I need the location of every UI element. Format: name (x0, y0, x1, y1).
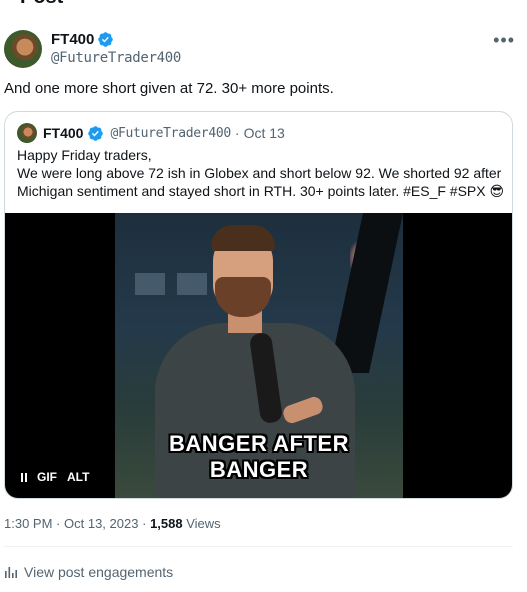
author-display-name[interactable]: FT400 (51, 31, 94, 48)
quoted-text-line: Michigan sentiment and stayed short in R… (17, 183, 505, 199)
post-metadata: 1:30 PM · Oct 13, 2023 · 1,588 Views (4, 516, 221, 531)
quoted-text-line: We were long above 72 ish in Globex and … (17, 165, 502, 181)
background-window (135, 273, 165, 295)
view-engagements-link[interactable]: View post engagements (4, 564, 173, 580)
quoted-avatar (17, 123, 37, 143)
quoted-post-card[interactable]: FT400 @FutureTrader400 · Oct 13 Happy Fr… (4, 111, 513, 499)
divider (4, 546, 513, 547)
gif-caption-line-2: BANGER (209, 457, 309, 482)
quoted-post-text: Happy Friday traders, We were long above… (17, 146, 507, 200)
quoted-author-handle: @FutureTrader400 (110, 125, 231, 141)
gif-media[interactable]: BANGER AFTER BANGER GIF ALT (5, 213, 512, 498)
person-hair (211, 225, 275, 251)
alt-badge[interactable]: ALT (67, 470, 89, 484)
verified-badge-icon (88, 125, 104, 141)
more-options-icon[interactable]: ••• (493, 30, 515, 51)
post-date[interactable]: Oct 13, 2023 (64, 516, 138, 531)
gif-frame: BANGER AFTER BANGER (115, 213, 403, 498)
post-time[interactable]: 1:30 PM (4, 516, 52, 531)
view-engagements-label[interactable]: View post engagements (24, 564, 173, 580)
views-count: 1,588 (150, 516, 183, 531)
analytics-icon (5, 567, 17, 578)
quoted-post-header: FT400 @FutureTrader400 · Oct 13 (17, 123, 285, 143)
background-window (177, 273, 207, 295)
quoted-separator: · (234, 125, 240, 141)
gif-badge: GIF (37, 470, 57, 484)
post-text: And one more short given at 72. 30+ more… (4, 80, 334, 97)
meta-separator: · (56, 516, 61, 531)
pause-icon[interactable] (21, 472, 27, 482)
gif-caption-line-1: BANGER AFTER (169, 431, 349, 456)
author-handle[interactable]: @FutureTrader400 (51, 50, 181, 66)
page-title: Post (20, 0, 63, 9)
gif-controls: GIF ALT (21, 470, 89, 484)
quoted-author-name: FT400 (43, 125, 84, 141)
views-label: Views (186, 516, 221, 531)
avatar[interactable] (4, 30, 42, 68)
quoted-date: Oct 13 (243, 125, 285, 141)
quoted-text-line: Happy Friday traders, (17, 147, 152, 163)
post-author-row: FT400 @FutureTrader400 ••• (4, 28, 519, 68)
meta-separator: · (142, 516, 147, 531)
person-beard (215, 277, 271, 317)
author-display-name-wrap[interactable]: FT400 (51, 31, 114, 48)
verified-badge-icon (98, 32, 114, 47)
